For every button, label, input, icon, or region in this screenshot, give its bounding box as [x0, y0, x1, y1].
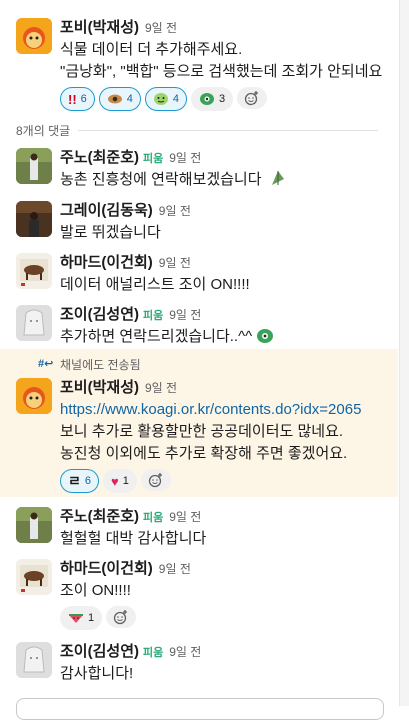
reaction-smile[interactable]: 4	[144, 87, 188, 111]
reaction-bar: 1	[60, 606, 191, 630]
team-tag: 피움	[143, 647, 164, 659]
message-link[interactable]: https://www.koagi.or.kr/contents.do?idx=…	[60, 401, 361, 418]
sent-to-channel-icon: #↩	[38, 358, 54, 370]
reaction-rieul[interactable]: ㄹ6	[60, 469, 100, 493]
message-text: 데이터 애널리스트 조이 ON!!!!	[60, 276, 250, 293]
watermelon-icon	[69, 614, 83, 623]
timestamp[interactable]: 9일 전	[169, 151, 201, 165]
feather-bird-icon	[271, 171, 284, 185]
message-text: 농촌 진흥청에 연락해보겠습니다	[60, 171, 262, 188]
author-name[interactable]: 그레이(김동욱)	[60, 202, 153, 219]
team-tag: 피움	[143, 153, 164, 165]
smile-face-icon	[153, 93, 168, 105]
author-name[interactable]: 조이(김성연)	[60, 306, 139, 323]
rieul-icon: ㄹ	[68, 473, 81, 489]
avatar-juno[interactable]	[16, 148, 52, 184]
eye-icon	[107, 94, 122, 104]
avatar-juno[interactable]	[16, 507, 52, 543]
add-emoji-icon	[245, 91, 259, 106]
avatar-joy[interactable]	[16, 642, 52, 678]
team-tag: 피움	[143, 310, 164, 322]
author-name[interactable]: 하마드(이건회)	[60, 254, 153, 271]
reaction-heart[interactable]: ♥ 1	[103, 469, 137, 493]
timestamp[interactable]: 9일 전	[159, 204, 191, 218]
timestamp[interactable]: 9일 전	[169, 510, 201, 524]
add-reaction-button[interactable]	[106, 606, 137, 628]
message-text: "금낭화", "백합" 등으로 검색했는데 조회가 안되네요	[60, 63, 383, 80]
green-face-icon	[257, 329, 274, 343]
reaction-eye[interactable]: 4	[98, 87, 141, 111]
scrollbar[interactable]	[399, 0, 409, 706]
message-text: 감사합니다!	[60, 665, 134, 682]
timestamp[interactable]: 9일 전	[159, 256, 191, 270]
message-text: 식물 데이터 더 추가해주세요.	[60, 41, 243, 58]
reaction-bar: !! 6 4 4 3	[60, 87, 382, 111]
message-text: 농진청 이외에도 추가로 확장해 주면 좋겠어요.	[60, 445, 348, 462]
reply-composer[interactable]	[16, 698, 384, 720]
sent-to-channel-label: 채널에도 전송됨	[60, 358, 141, 372]
message-text: 보니 추가로 활용할만한 공공데이터도 많네요.	[60, 423, 344, 440]
message-text: 헐헐헐 대박 감사합니다	[60, 530, 207, 547]
reaction-watermelon[interactable]: 1	[60, 606, 103, 630]
reaction-green-face[interactable]: 3	[191, 87, 234, 111]
timestamp[interactable]: 9일 전	[169, 645, 201, 659]
author-name[interactable]: 주노(최준호)	[60, 149, 139, 166]
message-text: 발로 뛰겠습니다	[60, 224, 161, 241]
add-reaction-button[interactable]	[140, 469, 171, 491]
avatar-joy[interactable]	[16, 305, 52, 341]
reaction-bar: ㄹ6 ♥ 1	[60, 469, 361, 493]
heart-icon: ♥	[111, 473, 119, 489]
avatar-pobi[interactable]	[16, 378, 52, 414]
reaction-double-exclamation[interactable]: !! 6	[60, 87, 95, 111]
timestamp[interactable]: 9일 전	[145, 21, 177, 35]
reply-count: 8개의 댓글	[16, 124, 79, 138]
author-name[interactable]: 포비(박재성)	[60, 19, 139, 36]
author-name[interactable]: 하마드(이건회)	[60, 560, 153, 577]
avatar-pobi[interactable]	[16, 18, 52, 54]
message-text: 추가하면 연락드리겠습니다..^^	[60, 328, 253, 345]
double-exclamation-icon: !!	[68, 91, 77, 107]
avatar-hamad[interactable]	[16, 253, 52, 289]
timestamp[interactable]: 9일 전	[159, 562, 191, 576]
green-face-icon	[200, 93, 215, 105]
replies-divider: 8개의 댓글	[16, 122, 378, 138]
timestamp[interactable]: 9일 전	[145, 381, 177, 395]
add-reaction-button[interactable]	[237, 87, 268, 109]
team-tag: 피움	[143, 512, 164, 524]
message-text: 조이 ON!!!!	[60, 582, 131, 599]
avatar-grey[interactable]	[16, 201, 52, 237]
add-emoji-icon	[113, 610, 128, 625]
avatar-hamad[interactable]	[16, 559, 52, 595]
author-name[interactable]: 조이(김성연)	[60, 643, 139, 660]
add-emoji-icon	[148, 473, 162, 488]
timestamp[interactable]: 9일 전	[169, 308, 201, 322]
author-name[interactable]: 주노(최준호)	[60, 508, 139, 525]
author-name[interactable]: 포비(박재성)	[60, 379, 139, 396]
